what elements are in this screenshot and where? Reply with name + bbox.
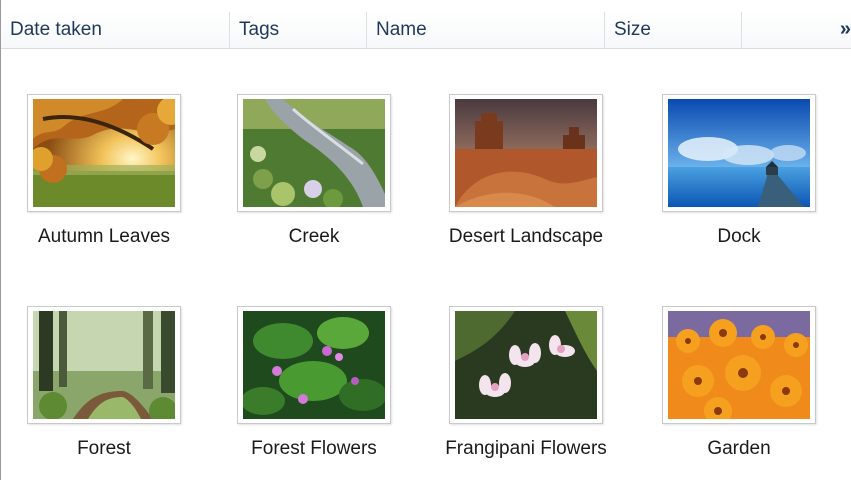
column-header-size[interactable]: Size	[605, 12, 742, 48]
column-header-name[interactable]: Name	[367, 12, 605, 48]
thumbnail-frame	[27, 94, 181, 212]
file-name-label: Creek	[288, 226, 340, 247]
file-item[interactable]: Frangipani Flowers	[429, 306, 619, 480]
file-item[interactable]: Dock	[642, 94, 832, 274]
file-name-label: Garden	[707, 438, 771, 459]
column-label-date-taken: Date taken	[10, 19, 102, 40]
column-header-tags[interactable]: Tags	[230, 12, 367, 48]
file-name-label: Autumn Leaves	[37, 226, 171, 247]
forest-thumbnail	[33, 311, 175, 419]
column-label-tags: Tags	[239, 19, 280, 40]
header-top-strip	[1, 0, 851, 8]
thumbnail-frame	[662, 94, 816, 212]
garden-thumbnail	[668, 311, 810, 419]
file-item[interactable]: Garden	[642, 306, 832, 480]
file-item[interactable]: Creek	[217, 94, 407, 274]
autumn-leaves-thumbnail	[33, 99, 175, 207]
thumbnail-frame	[237, 306, 391, 424]
column-label-size: Size	[614, 19, 651, 40]
file-browser-window: Date taken Tags Name Size » Autumn Leave…	[0, 0, 851, 480]
file-name-label: Dock	[717, 226, 761, 247]
thumbnail-frame	[27, 306, 181, 424]
frangipani-flowers-thumbnail	[455, 311, 597, 419]
thumbnail-frame	[662, 306, 816, 424]
dock-thumbnail	[668, 99, 810, 207]
forest-flowers-thumbnail	[243, 311, 385, 419]
desert-landscape-thumbnail	[455, 99, 597, 207]
thumbnail-frame	[237, 94, 391, 212]
file-name-label: Frangipani Flowers	[445, 438, 607, 459]
thumbnail-frame	[449, 94, 603, 212]
thumbnail-frame	[449, 306, 603, 424]
creek-thumbnail	[243, 99, 385, 207]
file-item[interactable]: Forest Flowers	[217, 306, 407, 480]
file-item[interactable]: Desert Landscape	[429, 94, 619, 274]
more-columns-button[interactable]: »	[742, 12, 851, 48]
double-chevron-right-icon: »	[839, 18, 851, 40]
file-name-label: Desert Landscape	[448, 226, 604, 247]
column-label-name: Name	[376, 19, 427, 40]
column-header-date-taken[interactable]: Date taken	[1, 12, 230, 48]
file-item[interactable]: Forest	[7, 306, 197, 480]
file-name-label: Forest Flowers	[251, 438, 377, 459]
column-header-bar: Date taken Tags Name Size »	[1, 0, 851, 49]
file-item[interactable]: Autumn Leaves	[7, 94, 197, 274]
file-name-label: Forest	[77, 438, 131, 459]
